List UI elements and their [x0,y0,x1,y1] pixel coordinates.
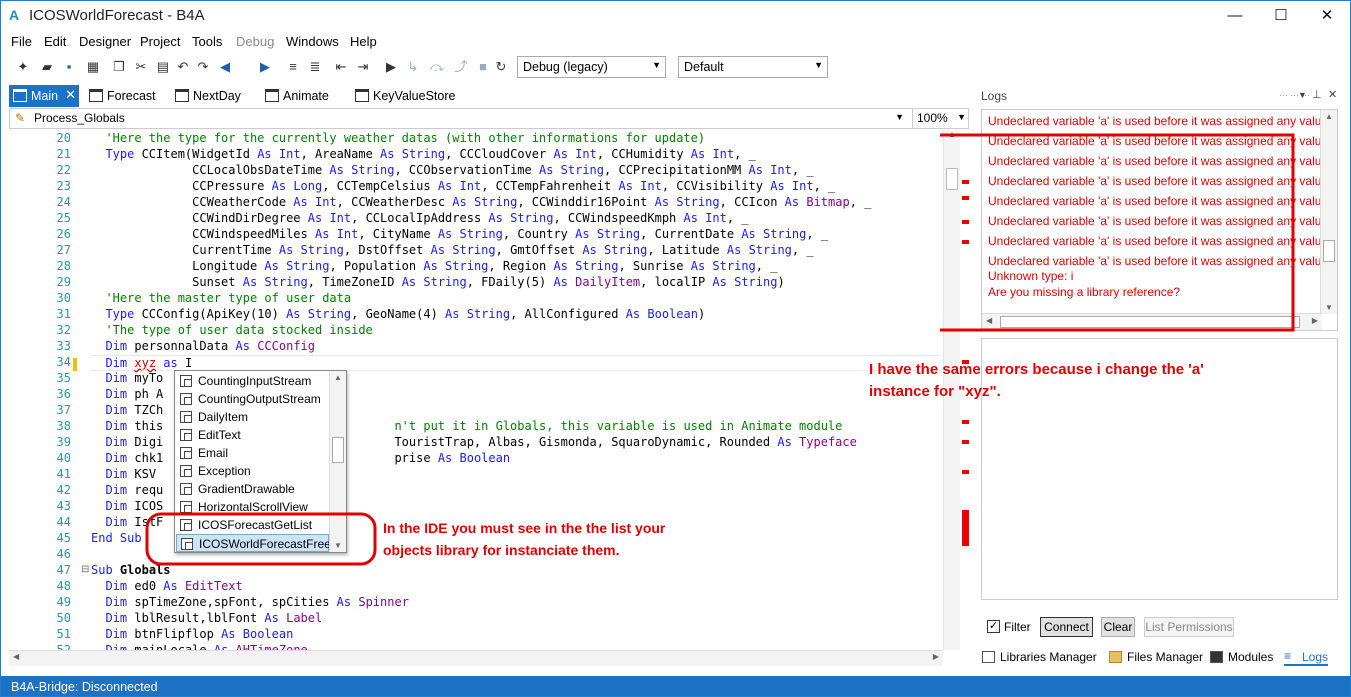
annotation-bracket [931,133,1295,332]
annotation-line: I have the same errors because i change … [869,361,1204,378]
annotation-errors-note: I have the same errors because i change … [869,359,1204,403]
annotation-ellipse [145,512,377,566]
annotation-line: objects library for instanciate them. [383,542,620,558]
annotation-mask [930,133,940,333]
annotation-line: instance for "xyz". [869,383,1001,400]
annotation-overlay [145,133,1295,566]
annotation-ide-note: In the IDE you must see in the the list … [383,517,665,561]
annotation-line: In the IDE you must see in the the list … [383,520,666,536]
ide-window: A ICOSWorldForecast - B4A — ☐ ✕ File Edi… [0,0,1351,697]
